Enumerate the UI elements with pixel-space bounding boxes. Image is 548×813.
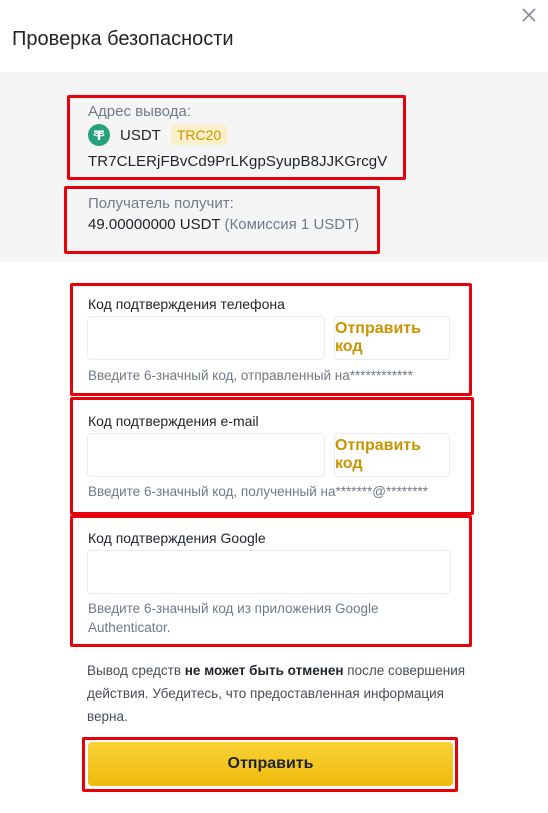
submit-button[interactable]: Отправить <box>88 742 453 786</box>
receive-fee: (Комиссия 1 USDT) <box>224 216 360 233</box>
google-code-label: Код подтверждения Google <box>88 530 266 546</box>
security-verification-dialog: Проверка безопасности Адрес вывода: USDT… <box>0 0 548 813</box>
phone-code-label: Код подтверждения телефона <box>88 296 285 312</box>
dialog-title: Проверка безопасности <box>12 28 234 50</box>
asset-row: USDT TRC20 <box>88 124 228 146</box>
email-code-label: Код подтверждения e-mail <box>88 413 259 429</box>
warning-text-bold: не может быть отменен <box>184 663 344 678</box>
network-badge: TRC20 <box>170 125 228 145</box>
tether-icon <box>88 124 110 146</box>
address-label: Адрес вывода: <box>88 103 191 120</box>
google-code-hint: Введите 6-значный код из приложения Goog… <box>88 601 379 635</box>
google-code-input[interactable] <box>87 550 451 594</box>
receive-label: Получатель получит: <box>88 195 234 212</box>
receive-amount-row: 49.00000000 USDT (Комиссия 1 USDT) <box>88 216 359 233</box>
close-icon <box>522 8 536 22</box>
email-send-code-button[interactable]: Отправить код <box>334 433 450 477</box>
asset-name: USDT <box>120 126 161 144</box>
close-button[interactable] <box>516 2 542 28</box>
phone-code-hint: Введите 6-значный код, отправленный на**… <box>88 368 413 383</box>
warning-text-start: Вывод средств <box>87 663 185 678</box>
email-code-hint: Введите 6-значный код, полученный на****… <box>88 484 429 499</box>
irreversible-warning: Вывод средств не может быть отменен посл… <box>87 659 467 728</box>
dialog-header: Проверка безопасности <box>0 0 548 72</box>
phone-send-code-button[interactable]: Отправить код <box>334 316 450 360</box>
email-code-input[interactable] <box>87 433 325 477</box>
receive-amount: 49.00000000 USDT <box>88 216 221 233</box>
phone-code-input[interactable] <box>87 316 325 360</box>
withdrawal-address: TR7CLERjFBvCd9PrLKgpSyupB8JJKGrcgV <box>88 153 388 170</box>
